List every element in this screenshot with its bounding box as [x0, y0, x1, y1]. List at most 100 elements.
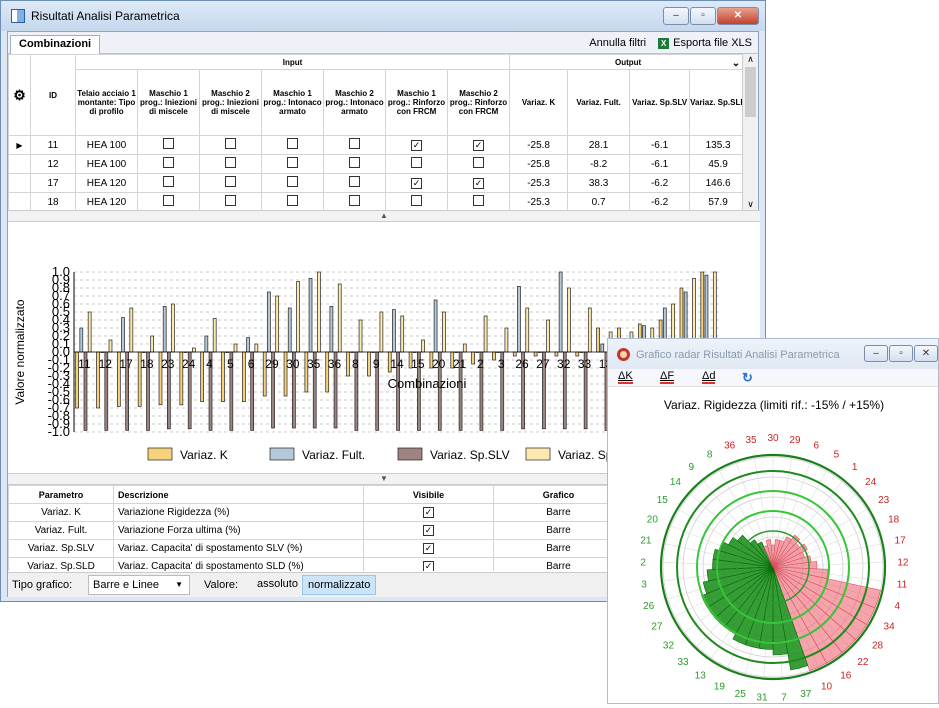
param-graph[interactable]: Barre — [493, 557, 624, 571]
x-tick-label: 20 — [432, 357, 446, 371]
unchecked-icon[interactable] — [349, 195, 360, 206]
force-button[interactable]: ΔF — [660, 371, 675, 384]
bar-variaz--sp-sld — [400, 315, 405, 353]
app-icon — [11, 9, 25, 23]
param-col-header[interactable]: Visibile — [363, 485, 494, 504]
cell-checkbox — [323, 173, 386, 193]
table-row[interactable]: ▶ 11 HEA 100 ✓ ✓ -25.8 28.1 -6.1 135.3 — [8, 135, 748, 155]
checked-icon[interactable]: ✓ — [423, 543, 434, 554]
bar-variaz--k — [554, 351, 559, 357]
col-header[interactable]: Maschio 2 prog.: Iniezioni di miscele — [199, 69, 262, 136]
param-col-header[interactable]: Descrizione — [113, 485, 364, 504]
cell-checkbox — [323, 192, 386, 210]
unchecked-icon[interactable] — [349, 176, 360, 187]
x-tick-label: 29 — [265, 357, 279, 371]
checked-icon[interactable]: ✓ — [411, 177, 422, 189]
bar-variaz--sp-sld — [108, 339, 113, 353]
unchecked-icon[interactable] — [163, 157, 174, 168]
unchecked-icon[interactable] — [349, 138, 360, 149]
close-button[interactable]: ✕ — [717, 7, 759, 25]
normalized-toggle[interactable]: normalizzato — [302, 575, 377, 595]
scrollbar-thumb[interactable] — [745, 67, 756, 117]
unchecked-icon[interactable] — [225, 157, 236, 168]
unchecked-icon[interactable] — [225, 138, 236, 149]
stiffness-button[interactable]: ΔK — [618, 371, 633, 384]
maximize-button[interactable]: ▫ — [690, 7, 716, 25]
checked-icon[interactable]: ✓ — [411, 139, 422, 151]
col-header[interactable]: Maschio 1 prog.: Iniezioni di miscele — [137, 69, 200, 136]
unchecked-icon[interactable] — [163, 195, 174, 206]
unchecked-icon[interactable] — [349, 157, 360, 168]
col-header[interactable]: Maschio 1 prog.: Intonaco armato — [261, 69, 324, 136]
x-tick-label: 27 — [536, 357, 550, 371]
col-header[interactable]: Variaz. Sp.SLV — [629, 69, 691, 136]
unchecked-icon[interactable] — [287, 138, 298, 149]
unchecked-icon[interactable] — [225, 176, 236, 187]
grid-scrollbar[interactable]: ∧ ∨ — [742, 54, 758, 210]
row-selector[interactable]: ▶ — [8, 135, 31, 155]
unchecked-icon[interactable] — [473, 195, 485, 206]
unchecked-icon[interactable] — [287, 157, 298, 168]
splitter-collapse-up[interactable]: ▲ — [8, 210, 760, 222]
col-header[interactable]: Telaio acciaio 1 montante: Tipo di profi… — [75, 69, 138, 136]
unchecked-icon[interactable] — [287, 176, 298, 187]
unchecked-icon[interactable] — [163, 138, 174, 149]
radar-close-button[interactable]: ✕ — [914, 345, 938, 362]
param-col-header[interactable]: Parametro — [8, 485, 114, 504]
unchecked-icon[interactable] — [473, 157, 485, 168]
radar-label: 7 — [781, 693, 787, 704]
reset-filters-button[interactable]: Annulla filtri — [589, 37, 646, 49]
bar-variaz--fult- — [558, 271, 563, 353]
displacement-button[interactable]: Δd — [702, 371, 716, 384]
grid-settings-cell[interactable]: ⚙ — [8, 54, 31, 136]
scroll-up-icon[interactable]: ∧ — [743, 54, 758, 65]
cell-checkbox: ✓ — [385, 135, 448, 155]
x-tick-label: 30 — [286, 357, 300, 371]
checked-icon[interactable]: ✓ — [423, 561, 434, 571]
legend-label: Variaz. K — [180, 448, 228, 462]
col-header[interactable]: Variaz. K — [509, 69, 569, 136]
col-header[interactable]: Variaz. Sp.SLD — [689, 69, 748, 136]
checked-icon[interactable]: ✓ — [473, 177, 485, 189]
table-row[interactable]: 17 HEA 120 ✓ ✓ -25.3 38.3 -6.2 146.6 — [8, 173, 748, 193]
chevron-down-icon[interactable]: ⌄ — [732, 58, 740, 69]
x-tick-label: 36 — [328, 357, 342, 371]
col-header[interactable]: Maschio 1 prog.: Rinforzo con FRCM — [385, 69, 448, 136]
param-graph[interactable]: Barre — [493, 521, 624, 540]
cell-checkbox — [261, 173, 324, 193]
scroll-down-icon[interactable]: ∨ — [743, 199, 758, 210]
gear-icon[interactable]: ⚙ — [13, 87, 26, 103]
tab-combinazioni[interactable]: Combinazioni — [10, 35, 101, 54]
unchecked-icon[interactable] — [411, 195, 422, 206]
row-selector[interactable] — [8, 173, 31, 193]
minimize-button[interactable]: – — [663, 7, 689, 25]
bar-variaz--sp-sld — [504, 327, 509, 353]
refresh-icon[interactable]: ↻ — [742, 370, 753, 386]
export-xls-button[interactable]: X Esporta file XLS — [658, 37, 752, 49]
table-row[interactable]: 12 HEA 100 -25.8 -8.2 -6.1 45.9 — [8, 154, 748, 174]
unchecked-icon[interactable] — [225, 195, 236, 206]
x-tick-label: 5 — [227, 357, 234, 371]
col-header[interactable]: Maschio 2 prog.: Rinforzo con FRCM — [446, 69, 511, 136]
checked-icon[interactable]: ✓ — [423, 525, 434, 536]
row-selector[interactable] — [8, 154, 31, 174]
combinations-grid[interactable]: ⚙ ID Input Output ⌄ Telaio acciaio 1 mont… — [8, 54, 760, 210]
param-col-header[interactable]: Grafico — [493, 485, 624, 504]
col-header[interactable]: Variaz. Fult. — [567, 69, 631, 136]
absolute-toggle[interactable]: assoluto — [252, 575, 303, 595]
unchecked-icon[interactable] — [163, 176, 174, 187]
param-graph[interactable]: Barre — [493, 503, 624, 522]
row-selector[interactable] — [8, 192, 31, 210]
radar-maximize-button[interactable]: ▫ — [889, 345, 913, 362]
chart-type-select[interactable]: Barre e Linee ▼ — [88, 575, 190, 595]
table-row[interactable]: 18 HEA 120 -25.3 0.7 -6.2 57.9 — [8, 192, 748, 210]
radar-minimize-button[interactable]: – — [864, 345, 888, 362]
checked-icon[interactable]: ✓ — [473, 139, 485, 151]
param-graph[interactable]: Barre — [493, 539, 624, 558]
bar-variaz--sp-sld — [171, 303, 175, 353]
col-header-id[interactable]: ID — [30, 54, 76, 136]
unchecked-icon[interactable] — [411, 157, 422, 168]
col-header[interactable]: Maschio 2 prog.: Intonaco armato — [323, 69, 386, 136]
checked-icon[interactable]: ✓ — [423, 507, 434, 518]
unchecked-icon[interactable] — [287, 195, 298, 206]
